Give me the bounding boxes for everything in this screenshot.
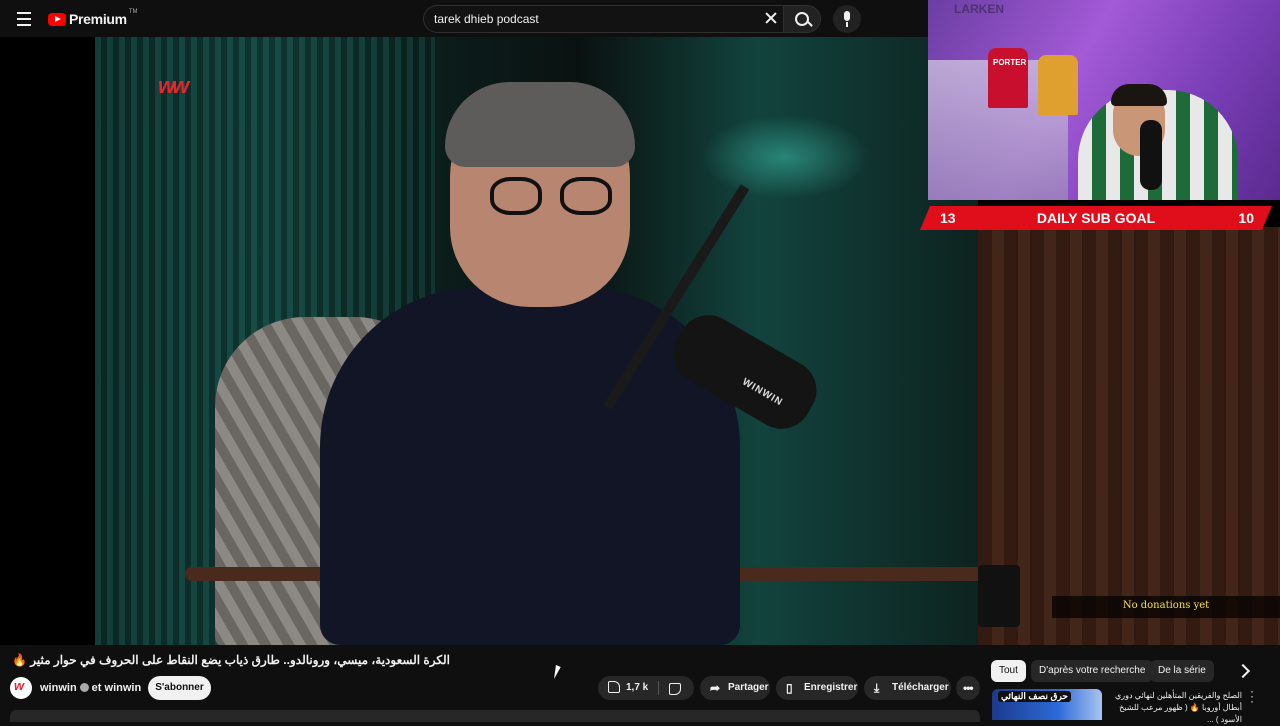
search-query: tarek dhieb podcast (434, 12, 539, 26)
logo-tm: TM (128, 9, 138, 15)
mug (978, 565, 1020, 627)
like-count: 1,7 k (626, 682, 649, 693)
streamer-mic (1140, 120, 1162, 190)
share-icon: ➦ (710, 681, 721, 695)
save-icon: ▯ (786, 681, 793, 695)
more-actions-button[interactable]: ••• (956, 676, 980, 700)
like-dislike-group: 1,7 k (598, 676, 694, 700)
cam-wall-logo: LARKEN (954, 2, 1004, 16)
like-button[interactable]: 1,7 k (598, 676, 658, 700)
related-thumbnail[interactable]: حرق نصف النهائي (992, 689, 1102, 720)
menu-icon[interactable] (12, 8, 36, 30)
logo-text: Premium (69, 11, 127, 27)
chevron-right-icon[interactable] (1235, 663, 1251, 679)
masthead: Premium TM tarek dhieb podcast (0, 0, 928, 37)
youtube-logo[interactable]: Premium TM (48, 9, 138, 28)
description-box[interactable] (10, 710, 980, 722)
streamer-hair (1111, 84, 1167, 106)
cam-jersey (1038, 55, 1078, 115)
video-title: الكرة السعودية، ميسي، ورونالدو.. طارق ذي… (12, 653, 450, 667)
cam-jersey (988, 48, 1028, 108)
verified-icon (79, 683, 89, 692)
related-title[interactable]: الصلح والفريقين المتأهلين لنهائي دوري أب… (1108, 690, 1242, 726)
dislike-button[interactable] (659, 676, 694, 700)
donations-widget: No donations yet (1052, 596, 1280, 618)
wood-panel (978, 227, 1280, 645)
mouse-cursor (554, 665, 561, 679)
channel-watermark: ww (158, 73, 189, 98)
share-button[interactable]: ➦ Partager (700, 676, 770, 700)
chip-from-series[interactable]: De la série (1150, 660, 1214, 682)
subscribe-button[interactable]: S'abonner (148, 676, 211, 700)
guest-glasses (490, 177, 630, 217)
sub-goal-target: 10 (1238, 210, 1254, 226)
avatar[interactable] (10, 677, 32, 699)
guest-hair (445, 82, 635, 167)
thumbnail-text: حرق نصف النهائي (998, 691, 1071, 702)
more-icon[interactable]: · · · (1250, 685, 1254, 707)
chip-all[interactable]: Tout (991, 660, 1026, 682)
download-label: Télécharger (892, 682, 949, 693)
sub-goal-title: DAILY SUB GOAL (1036, 210, 1156, 226)
clear-icon[interactable] (762, 9, 780, 27)
chip-from-search[interactable]: D'après votre recherche (1031, 660, 1154, 682)
more-icon: ••• (963, 681, 974, 695)
save-label: Enregistrer (804, 682, 858, 693)
channel-name[interactable]: winwin et winwin (40, 682, 141, 694)
cam-jersey-text: PORTER (993, 58, 1027, 67)
save-button[interactable]: ▯ Enregistrer (776, 676, 858, 700)
sub-goal-bar: 13 DAILY SUB GOAL 10 (920, 206, 1272, 230)
donations-text: No donations yet (1122, 600, 1210, 611)
channel-link[interactable]: winwin (40, 682, 77, 694)
youtube-logo-icon (48, 12, 66, 26)
share-label: Partager (728, 682, 769, 693)
dislike-icon (669, 683, 681, 695)
channel-collab[interactable]: et winwin (92, 682, 142, 694)
download-button[interactable]: ⤓ Télécharger (864, 676, 951, 700)
like-icon (608, 681, 620, 693)
mic-icon[interactable] (833, 5, 861, 33)
streamer-webcam: LARKEN PORTER (928, 0, 1280, 200)
search-button[interactable] (783, 5, 821, 33)
search-input[interactable]: tarek dhieb podcast (423, 5, 784, 33)
download-icon: ⤓ (874, 681, 880, 695)
